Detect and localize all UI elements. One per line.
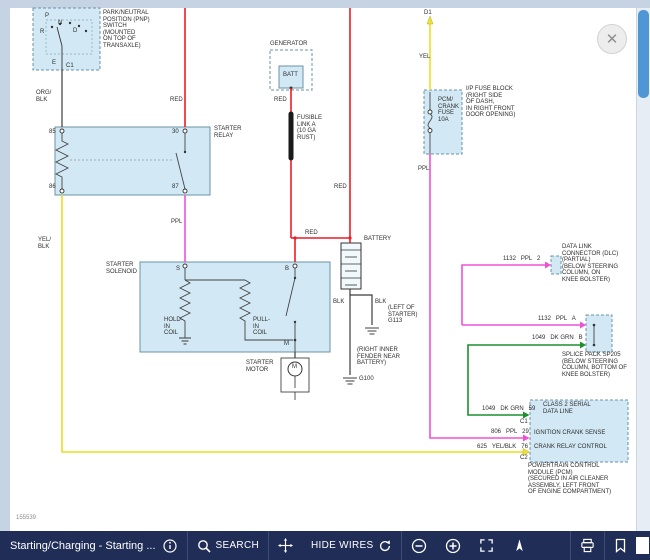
close-icon: ✕ [606, 31, 619, 48]
search-button-label: SEARCH [216, 540, 259, 551]
vertical-scrollbar[interactable] [636, 8, 650, 531]
pan-tool-button[interactable] [269, 531, 302, 560]
compass-icon [512, 538, 527, 553]
close-button[interactable]: ✕ [597, 24, 627, 54]
zoom-in-button[interactable] [436, 531, 470, 560]
zoom-out-button[interactable] [402, 531, 436, 560]
diagram-title: Starting/Charging - Starting ... [10, 540, 156, 552]
zoom-in-icon [445, 538, 461, 554]
zoom-out-icon [411, 538, 427, 554]
hide-wires-button[interactable]: HIDE WIRES [302, 531, 401, 560]
diagram-canvas[interactable] [10, 8, 637, 531]
bookmark-icon [614, 538, 627, 553]
hide-wires-label: HIDE WIRES [311, 540, 373, 551]
diagram-title-area: Starting/Charging - Starting ... [0, 539, 187, 553]
diagram-viewer: PARK/NEUTRAL POSITION (PNP) SWITCH (MOUN… [0, 0, 650, 560]
search-button[interactable]: SEARCH [188, 531, 268, 560]
refresh-icon [378, 539, 392, 553]
printer-icon [580, 538, 595, 553]
info-icon[interactable] [163, 539, 177, 553]
compass-button[interactable] [503, 531, 536, 560]
pan-icon [278, 538, 293, 553]
search-icon [197, 539, 211, 553]
scrollbar-thumb[interactable] [638, 10, 649, 98]
bookmark-button[interactable] [605, 531, 636, 560]
scrollbar-corner [636, 537, 649, 554]
fit-screen-button[interactable] [470, 531, 503, 560]
fit-screen-icon [479, 538, 494, 553]
bottom-toolbar: Starting/Charging - Starting ... SEARCH … [0, 531, 650, 560]
print-button[interactable] [571, 531, 604, 560]
